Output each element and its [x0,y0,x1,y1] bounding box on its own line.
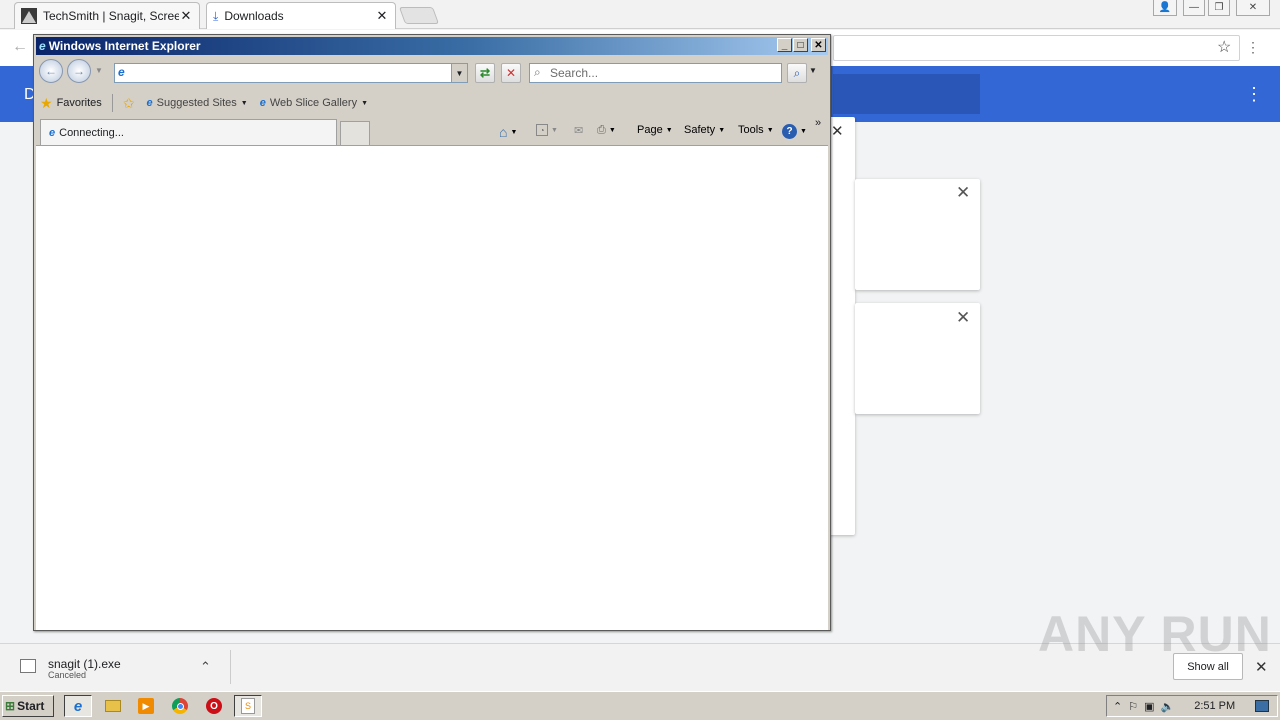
more-actions-icon[interactable]: ⋮ [1245,84,1263,105]
chevron-up-icon[interactable]: ⌃ [200,659,211,675]
search-placeholder: Search... [550,66,599,80]
mail-icon: ✉ [574,125,584,137]
home-button[interactable]: ⌂ ▼ [499,124,517,140]
tools-menu[interactable]: Tools ▼ [738,124,774,136]
safety-menu[interactable]: Safety ▼ [684,124,725,136]
home-icon: ⌂ [499,124,508,140]
refresh-button[interactable]: ⇄ [475,63,495,83]
suggested-sites-link[interactable]: Suggested Sites [157,97,237,109]
tab-techsmith[interactable]: TechSmith | Snagit, Screen C ✕ [14,2,200,29]
windows-logo-icon: ⊞ [5,699,16,713]
ie-tab[interactable]: e Connecting... [40,119,337,145]
ie-page-icon: e [259,97,266,109]
search-options-icon[interactable]: ▼ [809,66,817,75]
maximize-button[interactable]: □ [793,38,808,52]
web-slice-gallery-link[interactable]: Web Slice Gallery [270,97,357,109]
page-icon: e [118,65,125,79]
forward-button[interactable]: → [67,59,91,83]
watermark: ANY RUN [1038,606,1272,662]
print-button[interactable]: ⎙ ▼ [597,124,616,137]
download-icon: ⤓ [213,8,219,23]
add-favorites-icon[interactable]: ✩ [123,95,135,112]
ie-page-icon: e [146,97,153,109]
page-menu-label: Page [637,124,663,136]
search-icon: ⌕ [534,65,541,79]
help-icon: ? [782,124,797,139]
dropdown-arrow-icon[interactable]: ▼ [361,100,368,107]
close-tab-icon[interactable]: ✕ [179,8,193,24]
remove-item-icon[interactable]: ✕ [956,183,970,203]
favorites-star-icon: ★ [40,94,53,111]
address-dropdown-icon[interactable]: ▼ [451,64,467,82]
techsmith-favicon-icon [21,8,37,24]
search-go-button[interactable]: ⌕ [787,63,807,83]
back-button[interactable]: ← [39,59,63,83]
new-tab-button[interactable] [398,7,440,24]
clock[interactable]: 2:51 PM [1194,700,1235,712]
back-arrow-icon[interactable]: ← [12,38,28,56]
search-input[interactable]: ⌕ Search... [529,63,782,83]
rss-icon: ◔ [536,124,548,136]
dropdown-arrow-icon[interactable]: ▼ [241,100,248,107]
minimize-button[interactable]: _ [777,38,792,52]
address-bar[interactable]: e ▼ [114,63,468,83]
start-button[interactable]: ⊞ Start [2,695,54,717]
chrome-taskbar-icon[interactable] [166,695,194,717]
omnibox[interactable] [833,35,1240,61]
ie-title: Windows Internet Explorer [48,39,201,53]
opera-taskbar-icon[interactable]: O [200,695,228,717]
close-tab-icon[interactable]: ✕ [375,8,389,24]
stop-button[interactable]: ✕ [501,63,521,83]
download-file-name[interactable]: snagit (1).exe [48,657,121,671]
more-commands-icon[interactable]: » [815,117,821,129]
show-hidden-icons-icon[interactable]: ⌃ [1113,700,1122,713]
flag-icon[interactable]: ⚐ [1128,700,1138,713]
download-status: Canceled [48,670,87,680]
menu-dots-icon[interactable]: ⋮ [1246,39,1260,56]
show-desktop-icon[interactable] [1255,700,1270,712]
mail-button[interactable]: ✉ [574,124,583,137]
media-player-taskbar-icon[interactable]: ▶ [132,695,160,717]
favorites-button[interactable]: Favorites [57,97,102,109]
divider [111,94,113,112]
help-menu[interactable]: ? ▼ [782,124,807,139]
ie-logo-icon: e [39,39,46,53]
new-tab-button[interactable] [340,121,370,145]
recent-pages-icon[interactable]: ▼ [95,66,103,75]
divider [230,650,231,684]
remove-item-icon[interactable]: ✕ [956,308,970,328]
ie-taskbar-icon[interactable]: e [64,695,92,717]
tab-downloads[interactable]: ⤓ Downloads ✕ [206,2,396,29]
feeds-button[interactable]: ◔ ▼ [536,124,558,136]
safety-menu-label: Safety [684,124,716,136]
network-icon[interactable]: ▣ [1144,700,1154,713]
tools-menu-label: Tools [738,124,764,136]
tab-label: Connecting... [59,126,124,139]
close-button[interactable]: ✕ [811,38,826,52]
restore-button[interactable]: ❐ [1208,0,1230,16]
volume-icon[interactable]: 🔈 [1161,700,1175,713]
start-label: Start [17,699,45,713]
installer-taskbar-icon[interactable]: S [234,695,262,717]
ie-content-area[interactable] [36,145,828,630]
page-menu[interactable]: Page ▼ [637,124,673,136]
system-tray: ⌃ ⚐ ▣ 🔈 2:51 PM [1106,695,1278,717]
close-window-button[interactable]: ✕ [1236,0,1270,16]
tab-title: TechSmith | Snagit, Screen C [43,9,179,23]
close-icon[interactable]: ✕ [831,122,844,140]
favorites-bar: ★ Favorites ✩ e Suggested Sites ▼ e Web … [36,91,828,115]
print-icon: ⎙ [597,124,606,136]
folder-taskbar-icon[interactable] [99,695,127,717]
minimize-button[interactable]: — [1183,0,1205,16]
ie-page-icon: e [49,126,56,139]
tab-title: Downloads [224,9,284,23]
ie-window: e Windows Internet Explorer _ □ ✕ ← → ▼ … [33,34,831,631]
exe-file-icon [20,659,36,673]
profile-icon[interactable]: 👤 [1153,0,1177,16]
ie-titlebar: e Windows Internet Explorer [36,37,828,55]
downloads-search[interactable] [833,74,980,114]
bookmark-star-icon[interactable]: ☆ [1217,37,1231,57]
